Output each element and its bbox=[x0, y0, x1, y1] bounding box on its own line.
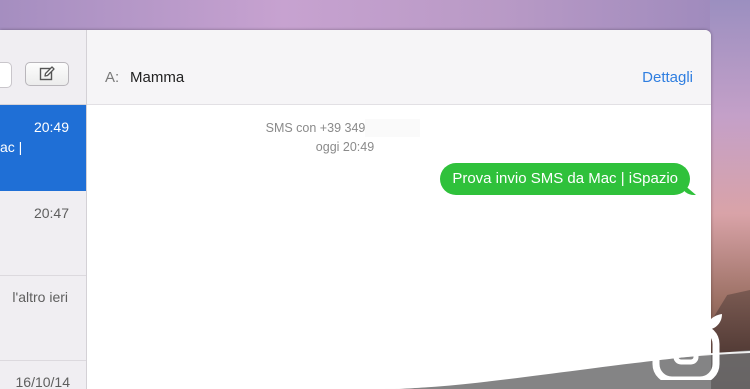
conversation-sidebar: 20:49 ac | 20:47 l'altro ieri 16/10/14 bbox=[0, 30, 87, 389]
conversation-item[interactable]: 16/10/14 bbox=[0, 361, 86, 389]
details-button[interactable]: Dettagli bbox=[642, 69, 693, 86]
conversation-item[interactable]: 20:49 ac | bbox=[0, 105, 86, 191]
search-field[interactable] bbox=[0, 62, 12, 88]
conversation-item[interactable]: l'altro ieri bbox=[0, 276, 86, 361]
recipient-name[interactable]: Mamma bbox=[130, 69, 184, 86]
message-timestamp: oggi 20:49 bbox=[315, 140, 375, 154]
desktop-wallpaper-top bbox=[0, 0, 710, 32]
compose-icon bbox=[39, 66, 55, 81]
messages-window: 20:49 ac | 20:47 l'altro ieri 16/10/14 A… bbox=[0, 30, 711, 389]
sms-info: SMS con +39 349 oggi 20:49 bbox=[87, 119, 711, 157]
conversation-time: l'altro ieri bbox=[12, 289, 68, 305]
compose-button[interactable] bbox=[25, 62, 69, 86]
conversation-time: 20:47 bbox=[33, 205, 69, 221]
ispazio-logo bbox=[652, 314, 722, 380]
redacted-number bbox=[365, 119, 421, 137]
conversation-time: 16/10/14 bbox=[15, 374, 71, 389]
sidebar-toolbar bbox=[0, 30, 86, 105]
chat-header: A: Mamma Dettagli bbox=[87, 30, 711, 105]
conversation-item[interactable]: 20:47 bbox=[0, 191, 86, 276]
conversation-snippet: ac | bbox=[0, 139, 23, 155]
sms-service-label: SMS con +39 349 bbox=[265, 121, 366, 135]
outgoing-message-bubble[interactable]: Prova invio SMS da Mac | iSpazio bbox=[440, 163, 690, 195]
recipient-label: A: bbox=[105, 69, 120, 86]
conversation-time: 20:49 bbox=[33, 119, 69, 135]
